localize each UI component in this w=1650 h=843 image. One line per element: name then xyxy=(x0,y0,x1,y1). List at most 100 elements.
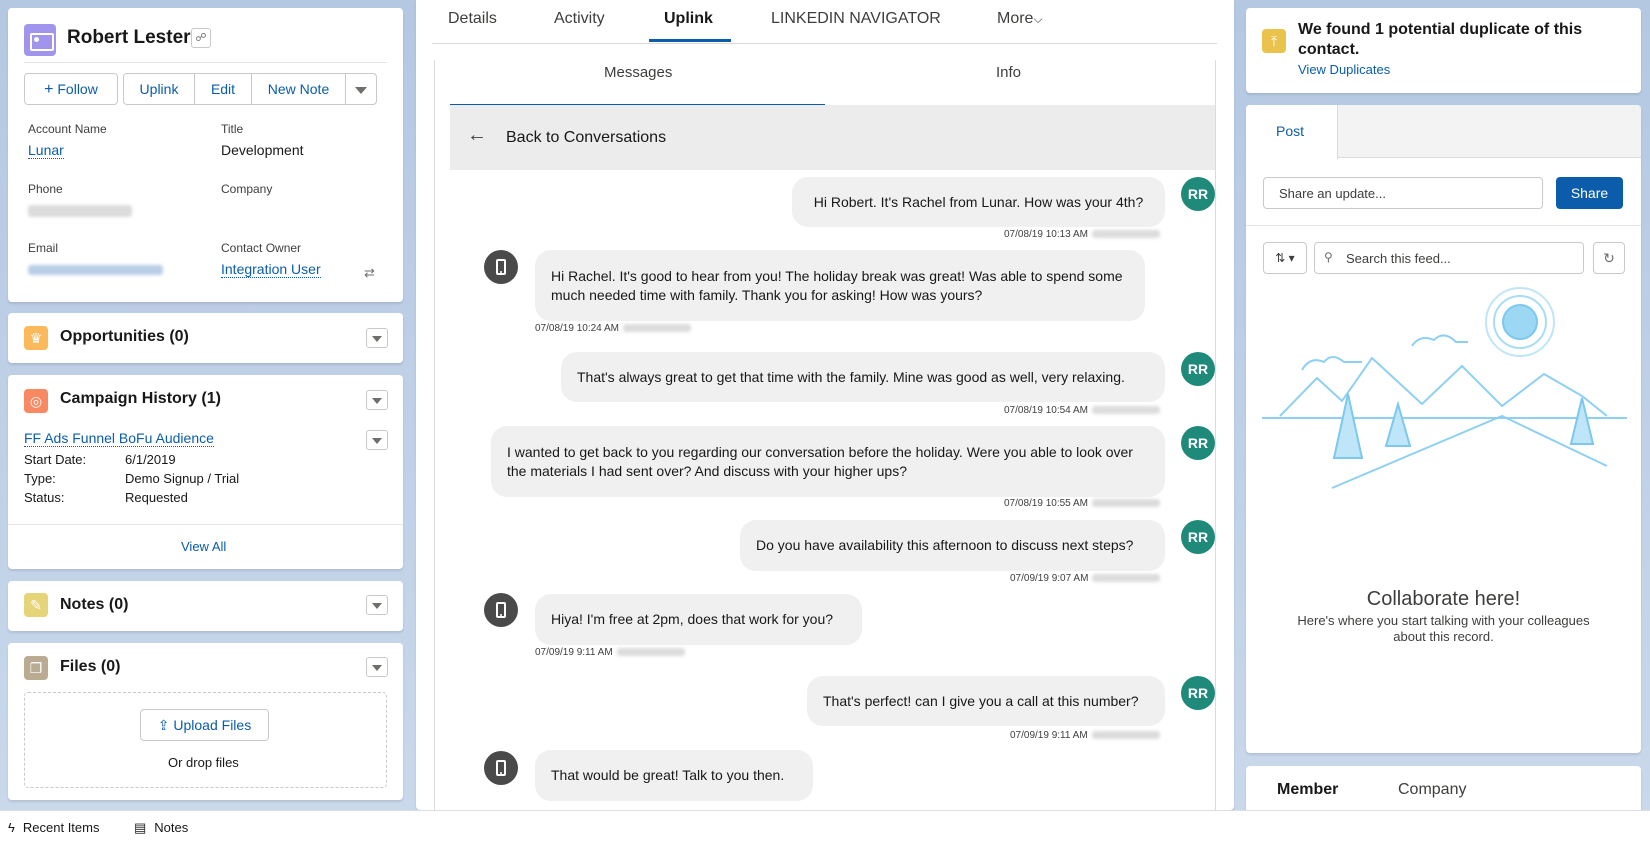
collaborate-title: Collaborate here! xyxy=(1366,588,1521,610)
follow-button[interactable]: + Follow xyxy=(24,73,118,105)
message-bubble-outgoing: I wanted to get back to you regarding ou… xyxy=(491,426,1165,497)
divider xyxy=(24,62,387,63)
campaign-row-menu-button[interactable] xyxy=(366,430,388,450)
view-all-link[interactable]: View All xyxy=(181,539,226,554)
message-timestamp: 07/08/19 10:55 AM xyxy=(1004,498,1160,509)
message-timestamp: 07/08/19 10:13 AM xyxy=(1004,229,1160,240)
opportunities-title[interactable]: Opportunities (0) xyxy=(60,328,189,346)
share-button[interactable]: Share xyxy=(1556,177,1623,209)
tab-member[interactable]: Member xyxy=(1277,781,1338,799)
tab-activity[interactable]: Activity xyxy=(554,10,605,28)
collaborate-illustration xyxy=(1262,287,1627,489)
sort-button[interactable]: ⇅ ▾ xyxy=(1263,242,1307,274)
target-icon: ◎ xyxy=(24,389,48,413)
title-label: Title xyxy=(221,122,244,136)
tab-details[interactable]: Details xyxy=(448,10,497,28)
message-timestamp: 07/08/19 10:24 AM xyxy=(535,323,691,334)
sort-icon: ⇅ ▾ xyxy=(1275,251,1295,265)
start-date-label: Start Date: xyxy=(24,452,87,467)
tab-company[interactable]: Company xyxy=(1398,781,1466,799)
redacted-phone xyxy=(1091,230,1160,239)
message-bubble-outgoing: That's perfect! can I give you a call at… xyxy=(807,676,1165,726)
phone-label: Phone xyxy=(28,182,63,196)
share-update-input[interactable]: Share an update... xyxy=(1263,177,1543,209)
email-value-redacted[interactable] xyxy=(28,265,163,275)
redacted-phone xyxy=(1091,731,1160,740)
message-timestamp: 07/08/19 10:54 AM xyxy=(1004,405,1160,416)
utility-bar xyxy=(0,810,1650,843)
files-menu-button[interactable] xyxy=(366,657,388,677)
redacted-phone xyxy=(622,324,691,333)
notes-menu-button[interactable] xyxy=(366,595,388,615)
message-bubble-outgoing: That's always great to get that time wit… xyxy=(561,352,1165,402)
duplicate-icon: ⤒ xyxy=(1262,29,1286,53)
message-bubble-incoming: That would be great! Talk to you then. xyxy=(535,750,813,801)
message-bubble-incoming: Hi Rachel. It's good to hear from you! T… xyxy=(535,250,1145,321)
tab-linkedin-navigator[interactable]: LINKEDIN NAVIGATOR xyxy=(771,10,941,28)
divider xyxy=(1246,225,1641,226)
change-owner-icon[interactable]: ⇄ xyxy=(364,265,375,281)
files-title[interactable]: Files (0) xyxy=(60,658,120,676)
account-name-link[interactable]: Lunar xyxy=(28,142,64,159)
phone-value-redacted xyxy=(28,205,132,217)
message-timestamp: 07/09/19 9:11 AM xyxy=(1010,730,1160,741)
subtab-info[interactable]: Info xyxy=(996,64,1021,81)
message-bubble-outgoing: Do you have availability this afternoon … xyxy=(740,520,1165,571)
back-to-conversations[interactable]: Back to Conversations xyxy=(506,129,666,147)
campaign-link[interactable]: FF Ads Funnel BoFu Audience xyxy=(24,430,214,447)
hierarchy-icon[interactable]: ☍ xyxy=(191,28,211,48)
subtab-messages[interactable]: Messages xyxy=(604,64,672,81)
tab-uplink[interactable]: Uplink xyxy=(664,10,713,28)
record-highlights-card xyxy=(8,8,403,302)
tab-more[interactable]: More⌵ xyxy=(997,10,1043,28)
back-arrow-icon[interactable]: ← xyxy=(467,124,487,147)
view-duplicates-link[interactable]: View Duplicates xyxy=(1298,62,1390,77)
chevron-down-icon xyxy=(355,86,367,94)
title-value: Development xyxy=(221,142,304,158)
files-icon: ❐ xyxy=(24,656,48,680)
search-feed-input[interactable]: ⚲ Search this feed... xyxy=(1314,242,1584,274)
tab-post[interactable]: Post xyxy=(1246,105,1338,159)
avatar-phone xyxy=(484,751,518,785)
record-name: Robert Lester xyxy=(67,27,191,48)
more-actions-button[interactable] xyxy=(345,73,377,105)
plus-icon: + xyxy=(44,81,54,98)
notes-icon: ✎ xyxy=(24,593,48,617)
campaign-history-title[interactable]: Campaign History (1) xyxy=(60,390,221,408)
type-value: Demo Signup / Trial xyxy=(125,471,240,486)
email-label: Email xyxy=(28,241,59,255)
opportunities-menu-button[interactable] xyxy=(366,328,388,348)
notes-title[interactable]: Notes (0) xyxy=(60,596,128,614)
new-note-button[interactable]: New Note xyxy=(251,73,346,105)
duplicate-message: We found 1 potential duplicate of this c… xyxy=(1298,21,1583,58)
divider xyxy=(8,524,403,525)
type-label: Type: xyxy=(24,471,56,486)
drop-files-text: Or drop files xyxy=(168,755,239,770)
edit-button[interactable]: Edit xyxy=(194,73,252,105)
chevron-down-icon: ⌵ xyxy=(1033,12,1043,26)
upload-icon: ⇪ xyxy=(157,717,170,733)
campaign-history-menu-button[interactable] xyxy=(366,390,388,410)
collaborate-body: Here's where you start talking with your… xyxy=(1297,613,1590,644)
redacted-phone xyxy=(616,648,685,657)
contact-owner-label: Contact Owner xyxy=(221,241,302,255)
active-tab-indicator xyxy=(649,39,731,42)
tab-divider xyxy=(432,43,1217,44)
crown-icon: ♛ xyxy=(24,326,48,350)
message-bubble-incoming: Hiya! I'm free at 2pm, does that work fo… xyxy=(535,594,862,645)
recent-items-button[interactable]: ϟ Recent Items xyxy=(8,820,99,835)
contact-owner-link[interactable]: Integration User xyxy=(221,261,321,278)
start-date-value: 6/1/2019 xyxy=(125,452,176,467)
uplink-button[interactable]: Uplink xyxy=(123,73,195,105)
search-icon: ⚲ xyxy=(1324,250,1333,264)
avatar-rr: RR xyxy=(1181,676,1215,710)
contact-icon xyxy=(24,24,56,56)
message-timestamp: 07/09/19 9:07 AM xyxy=(1010,573,1161,584)
status-label: Status: xyxy=(24,490,65,505)
notes-utility-button[interactable]: ▤ Notes xyxy=(134,820,188,836)
avatar-rr: RR xyxy=(1181,352,1215,386)
upload-files-button[interactable]: ⇪ Upload Files xyxy=(140,709,269,741)
lightning-icon: ϟ xyxy=(8,820,15,835)
refresh-button[interactable]: ↻ xyxy=(1593,242,1625,274)
avatar-rr: RR xyxy=(1181,520,1215,554)
